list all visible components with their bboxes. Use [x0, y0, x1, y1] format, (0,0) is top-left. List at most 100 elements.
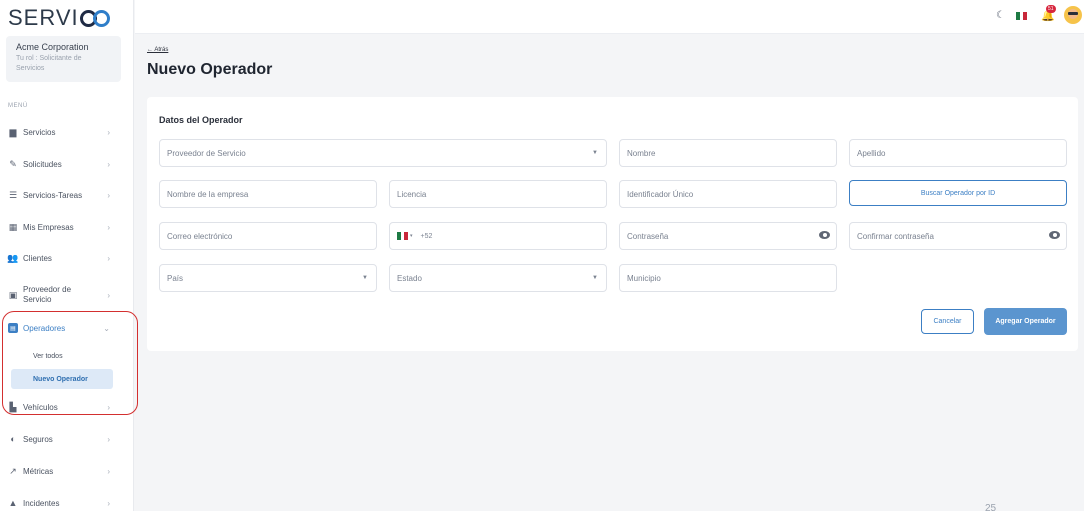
chart-icon: ↗: [9, 465, 17, 476]
caret-down-icon: ▼: [362, 275, 368, 281]
input-placeholder: Licencia: [397, 189, 427, 199]
first-name-input[interactable]: Nombre: [619, 139, 837, 167]
moon-icon[interactable]: ☾: [996, 10, 1005, 21]
chevron-right-icon: ›: [107, 222, 110, 232]
menu-section-label: MENÚ: [8, 103, 28, 109]
sidebar-item-label: Seguros: [23, 434, 53, 444]
caret-down-icon: ▼: [592, 275, 598, 281]
chevron-right-icon: ›: [107, 290, 110, 300]
sidebar-subitem-label: Nuevo Operador: [33, 375, 88, 383]
chevron-right-icon: ›: [107, 159, 110, 169]
input-placeholder: Identificador Único: [627, 189, 694, 199]
sidebar-item-incidentes[interactable]: ▲ Incidentes ›: [8, 494, 120, 511]
service-provider-select[interactable]: Proveedor de Servicio ▼: [159, 139, 607, 167]
sidebar: SERVI Acme Corporation Tu rol : Solicita…: [0, 0, 134, 511]
input-placeholder: Municipio: [627, 273, 661, 283]
search-operator-by-id-button[interactable]: Buscar Operador por ID: [849, 180, 1067, 206]
chevron-right-icon: ›: [107, 253, 110, 263]
eye-icon[interactable]: [819, 231, 830, 239]
sidebar-item-label: Mis Empresas: [23, 222, 74, 232]
request-icon: ✎: [9, 158, 17, 169]
shield-icon: ◐: [10, 434, 16, 444]
company-name-input[interactable]: Nombre de la empresa: [159, 180, 377, 208]
unique-id-input[interactable]: Identificador Único: [619, 180, 837, 208]
last-name-input[interactable]: Apellido: [849, 139, 1067, 167]
logo-o-ring: [92, 9, 110, 27]
sidebar-item-label: Métricas: [23, 466, 54, 476]
users-icon: 👥: [7, 252, 19, 263]
input-placeholder: Contraseña: [627, 231, 669, 241]
chevron-right-icon: ›: [107, 434, 110, 444]
email-field[interactable]: Correo electrónico: [159, 222, 377, 250]
sidebar-item-label: Clientes: [23, 253, 52, 263]
provider-icon: ▣: [8, 289, 18, 300]
warning-icon: ▲: [8, 498, 18, 508]
input-placeholder: Nombre de la empresa: [167, 189, 249, 199]
license-input[interactable]: Licencia: [389, 180, 607, 208]
sidebar-item-label: Proveedor de Servicio: [23, 285, 72, 304]
sidebar-item-label: Operadores: [23, 323, 66, 333]
organization-role: Tu rol : Solicitante de Servicios: [16, 55, 82, 72]
page-title: Nuevo Operador: [147, 61, 273, 78]
sidebar-item-label: Servicios: [23, 127, 56, 137]
input-placeholder: Confirmar contraseña: [857, 231, 934, 241]
phone-field[interactable]: ▾ +52: [389, 222, 607, 250]
chevron-right-icon: ›: [107, 190, 110, 200]
sidebar-subitem-ver-todos[interactable]: Ver todos: [11, 346, 113, 366]
eye-icon[interactable]: [1049, 231, 1060, 239]
sidebar-item-servicios[interactable]: ▆ Servicios ›: [8, 123, 120, 141]
sidebar-item-mis-empresas[interactable]: ▦ Mis Empresas ›: [8, 218, 120, 236]
select-placeholder: Estado: [397, 273, 422, 283]
municipality-input[interactable]: Municipio: [619, 264, 837, 292]
sidebar-item-label: Servicios-Tareas: [23, 190, 83, 200]
avatar-sunglasses: [1068, 12, 1078, 15]
topbar: [135, 0, 1084, 34]
input-placeholder: Apellido: [857, 148, 886, 158]
cancel-button[interactable]: Cancelar: [921, 309, 974, 334]
back-link[interactable]: ← Atrás: [147, 47, 168, 53]
chevron-right-icon: ›: [107, 402, 110, 412]
country-select[interactable]: País ▼: [159, 264, 377, 292]
phone-code: +52: [420, 232, 433, 240]
briefcase-icon: ▆: [9, 126, 17, 137]
sidebar-item-label: Solicitudes: [23, 159, 62, 169]
chevron-down-icon: ⌄: [103, 323, 110, 333]
organization-name: Acme Corporation: [16, 42, 89, 52]
sidebar-subitem-label: Ver todos: [33, 352, 63, 360]
sidebar-item-solicitudes[interactable]: ✎ Solicitudes ›: [8, 155, 120, 173]
truck-icon: ▙: [9, 401, 17, 412]
notification-badge: 51: [1046, 5, 1056, 13]
id-card-icon: ▤: [8, 323, 18, 333]
select-placeholder: Proveedor de Servicio: [167, 148, 246, 158]
add-operator-button[interactable]: Agregar Operador: [984, 308, 1067, 335]
sidebar-item-metricas[interactable]: ↗ Métricas ›: [8, 462, 120, 480]
avatar[interactable]: [1064, 6, 1082, 24]
sidebar-item-clientes[interactable]: 👥 Clientes ›: [7, 249, 120, 267]
chevron-right-icon: ›: [107, 466, 110, 476]
chevron-right-icon: ›: [107, 498, 110, 508]
sidebar-subitem-nuevo-operador[interactable]: Nuevo Operador: [11, 369, 113, 389]
chevron-right-icon: ›: [107, 127, 110, 137]
organization-card[interactable]: Acme Corporation Tu rol : Solicitante de…: [6, 36, 121, 82]
servigo-logo[interactable]: SERVI: [8, 5, 110, 31]
sidebar-item-label: Vehículos: [23, 402, 58, 412]
state-select[interactable]: Estado ▼: [389, 264, 607, 292]
sidebar-item-servicios-tareas[interactable]: ☰ Servicios-Tareas ›: [8, 186, 120, 204]
sidebar-item-operadores[interactable]: ▤ Operadores ⌄: [8, 319, 120, 337]
sidebar-item-vehiculos[interactable]: ▙ Vehículos ›: [8, 398, 120, 416]
logo-text: SERVI: [8, 5, 79, 30]
sidebar-item-label: Incidentes: [23, 498, 60, 508]
form-section-title: Datos del Operador: [159, 115, 243, 125]
page-number: 25: [985, 503, 997, 511]
input-placeholder: Correo electrónico: [167, 231, 233, 241]
mexico-flag-icon[interactable]: [397, 232, 409, 240]
building-icon: ▦: [8, 221, 18, 232]
country-dropdown-caret-icon[interactable]: ▾: [410, 233, 413, 239]
confirm-password-input[interactable]: Confirmar contraseña: [849, 222, 1067, 250]
password-input[interactable]: Contraseña: [619, 222, 837, 250]
mexico-flag-icon[interactable]: [1016, 12, 1028, 20]
input-placeholder: Nombre: [627, 148, 656, 158]
sidebar-item-proveedor-de-servicio[interactable]: ▣ Proveedor de Servicio ›: [8, 283, 120, 307]
sidebar-item-seguros[interactable]: ◐ Seguros ›: [8, 430, 120, 448]
tasks-icon: ☰: [8, 189, 18, 200]
